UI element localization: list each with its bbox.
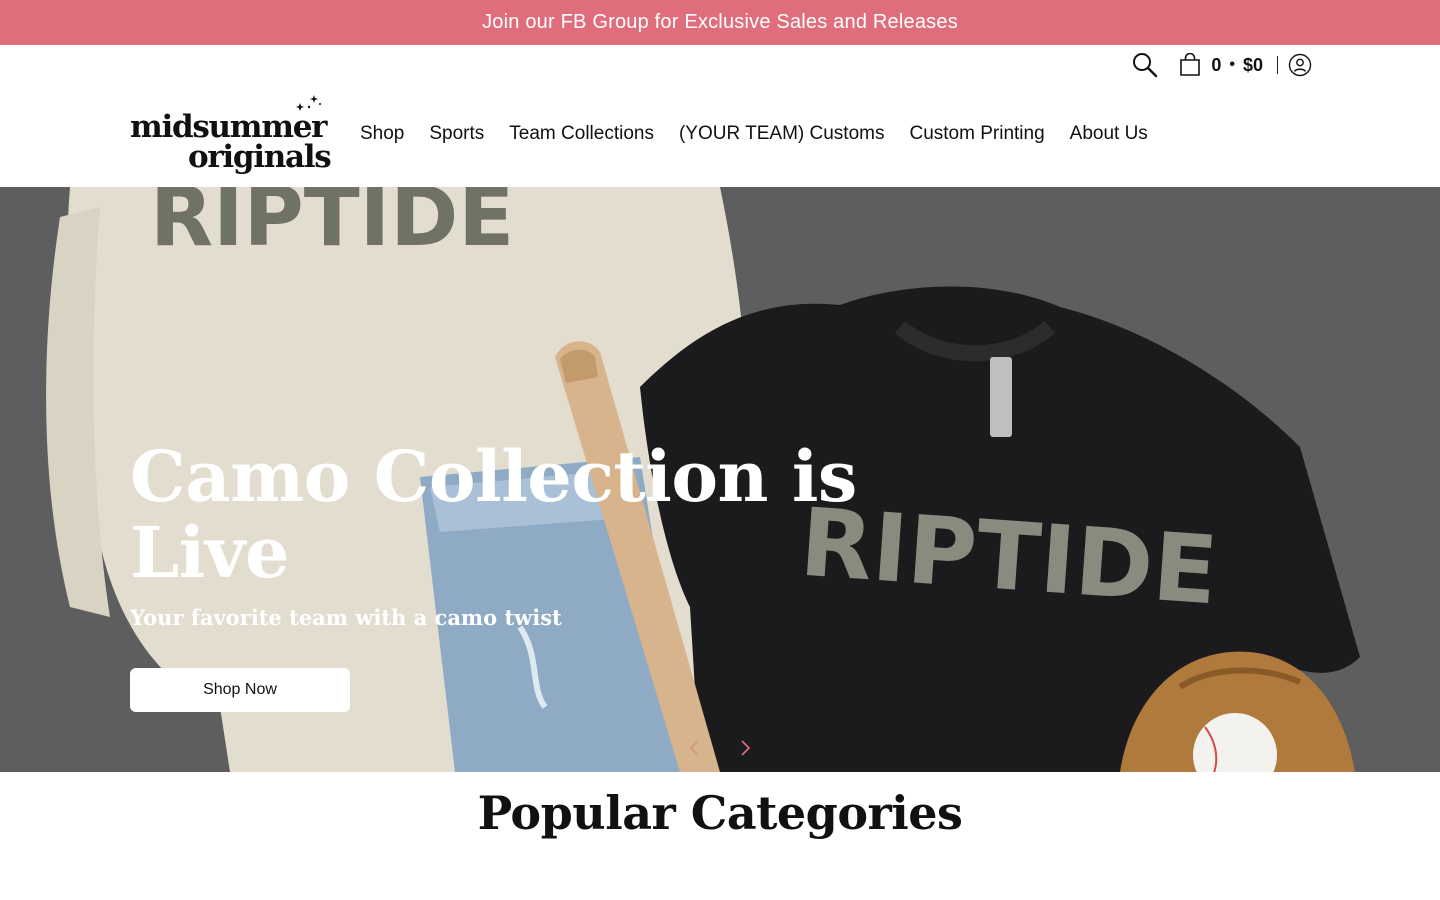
shopping-bag-icon: [1180, 53, 1201, 76]
nav-item-custom-printing[interactable]: Custom Printing: [909, 120, 1044, 148]
shop-now-button[interactable]: Shop Now: [130, 668, 350, 712]
nav-item-team-collections[interactable]: Team Collections: [509, 120, 654, 148]
hero-subtitle: Your favorite team with a camo twist: [130, 605, 562, 630]
logo-text-line2: originals: [188, 139, 332, 175]
cart-total: $0: [1242, 54, 1263, 75]
nav-item-sports[interactable]: Sports: [429, 120, 484, 148]
site-logo[interactable]: midsummer originals: [130, 95, 335, 180]
hero-slideshow[interactable]: RIPTIDE RIPTIDE Camo Collection is Live …: [0, 187, 1440, 772]
main-nav: Shop Sports Team Collections (YOUR TEAM)…: [360, 120, 1148, 148]
section-title-popular-categories: Popular Categories: [477, 786, 963, 840]
announcement-bar[interactable]: Join our FB Group for Exclusive Sales an…: [0, 0, 1440, 45]
hero-title: Camo Collection is Live: [130, 435, 857, 594]
cart-button[interactable]: 0 • $0: [1179, 53, 1263, 77]
cart-separator: •: [1229, 56, 1235, 73]
nav-item-your-team-customs[interactable]: (YOUR TEAM) Customs: [679, 120, 885, 148]
chevron-left-icon[interactable]: [688, 739, 702, 757]
search-icon[interactable]: [1131, 51, 1159, 79]
cart-count: 0: [1211, 54, 1222, 75]
chevron-right-icon[interactable]: [738, 739, 752, 757]
header-utility: 0 • $0: [1131, 48, 1312, 82]
sweatshirt-print: RIPTIDE: [150, 187, 514, 265]
nav-item-shop[interactable]: Shop: [360, 120, 404, 148]
utility-divider: [1277, 56, 1278, 74]
nav-item-about-us[interactable]: About Us: [1070, 120, 1148, 148]
account-icon[interactable]: [1288, 53, 1312, 77]
